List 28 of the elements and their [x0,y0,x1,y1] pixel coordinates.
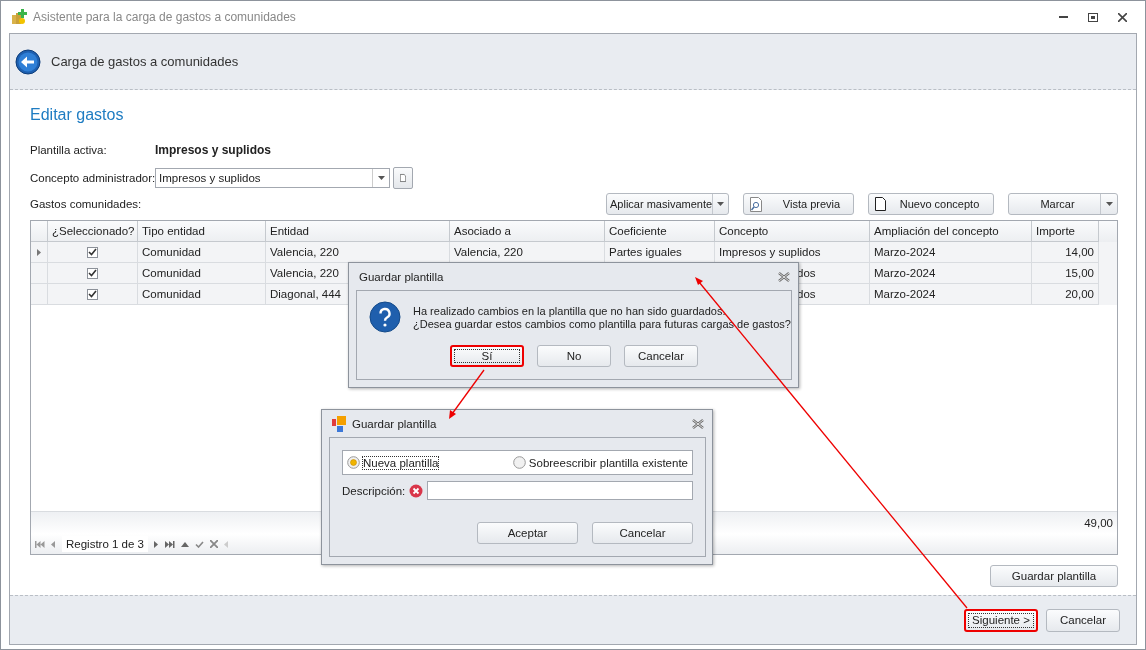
active-template-value: Impresos y suplidos [155,143,272,157]
dialog-title: Guardar plantilla [352,417,437,430]
table-cell: Marzo-2024 [874,267,936,279]
grid-label: Gastos comunidades: [30,198,142,210]
section-title: Editar gastos [30,106,124,123]
table-cell: 20,00 [1065,288,1094,300]
table-cell: Valencia, 220 [454,246,523,258]
table-cell: Impresos y suplidos [719,246,821,258]
table-cell: Diagonal, 444 [270,288,341,300]
table-cell: Partes iguales [609,246,682,258]
field-label: Concepto administrador: [30,172,155,184]
table-cell: Comunidad [142,246,201,258]
field-label: Plantilla activa: [30,144,108,156]
dialog-message: ¿Desea guardar estos cambios como plantilla para futuras cargas de gastos? [413,317,791,330]
table-cell: 15,00 [1065,267,1094,279]
table-cell: Comunidad [142,288,201,300]
table-cell: Comunidad [142,267,201,279]
table-cell: Valencia, 220 [270,246,339,258]
table-cell: Valencia, 220 [270,267,339,279]
table-cell: Marzo-2024 [874,246,936,258]
dialog-title: Guardar plantilla [359,270,444,283]
field-label: Descripción: [342,484,406,497]
table-cell: 14,00 [1065,246,1094,258]
total-value: 49,00 [1084,517,1114,529]
page-header-title: Carga de gastos a comunidades [51,54,239,69]
window-title: Asistente para la carga de gastos a comunidades [33,10,296,24]
table-cell: Marzo-2024 [874,288,936,300]
record-counter: Registro 1 de 3 [62,536,148,552]
